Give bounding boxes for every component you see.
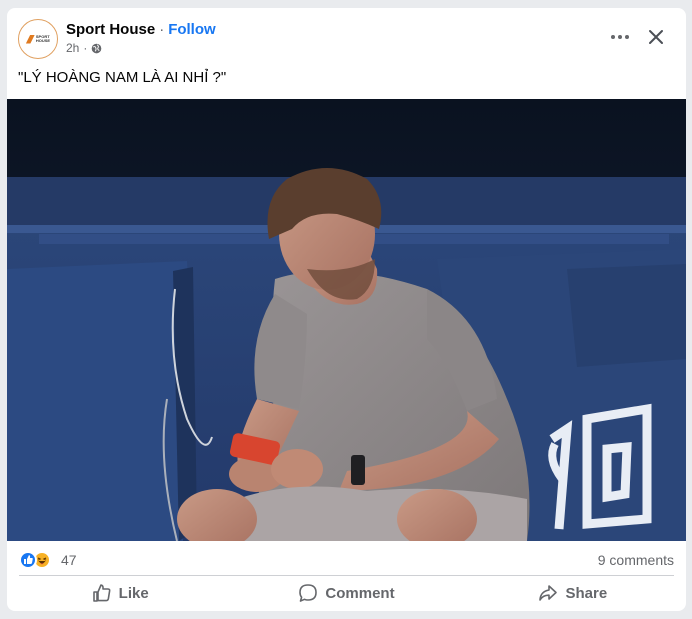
sport-house-logo: SPORT HOUSE bbox=[25, 34, 50, 44]
post-card: SPORT HOUSE Sport House · Follow 2h · "L… bbox=[7, 8, 686, 611]
tennis-player-image bbox=[7, 99, 686, 541]
follow-button[interactable]: Follow bbox=[168, 21, 216, 38]
post-time[interactable]: 2h bbox=[66, 41, 79, 55]
comment-label: Comment bbox=[325, 584, 395, 602]
like-reaction-icon bbox=[19, 551, 37, 569]
close-icon bbox=[649, 30, 663, 44]
meta-separator: · bbox=[83, 41, 88, 55]
reactions-bar: 47 9 comments bbox=[7, 545, 686, 573]
comment-button[interactable]: Comment bbox=[233, 576, 459, 610]
share-arrow-icon bbox=[539, 585, 558, 601]
globe-icon bbox=[92, 43, 102, 53]
post-header: SPORT HOUSE Sport House · Follow 2h · "L… bbox=[7, 8, 686, 98]
more-horizontal-icon bbox=[611, 35, 629, 39]
post-caption: "LÝ HOÀNG NAM LÀ AI NHỈ ?" bbox=[18, 69, 227, 86]
share-button[interactable]: Share bbox=[460, 576, 686, 610]
name-separator: · bbox=[159, 21, 165, 38]
post-photo[interactable] bbox=[7, 99, 686, 541]
post-actions: Like Comment Share bbox=[7, 576, 686, 610]
thumbs-up-icon bbox=[92, 584, 111, 602]
close-button[interactable] bbox=[642, 23, 670, 51]
comments-count-link[interactable]: 9 comments bbox=[598, 552, 674, 568]
more-options-button[interactable] bbox=[608, 25, 632, 49]
page-avatar[interactable]: SPORT HOUSE bbox=[18, 19, 58, 59]
share-label: Share bbox=[565, 584, 608, 602]
like-button[interactable]: Like bbox=[7, 576, 233, 610]
reaction-count[interactable]: 47 bbox=[61, 552, 77, 568]
like-label: Like bbox=[118, 584, 149, 602]
comment-bubble-icon bbox=[299, 584, 318, 602]
author-line: Sport House · Follow bbox=[66, 21, 216, 38]
page-name-link[interactable]: Sport House bbox=[66, 21, 155, 38]
post-meta: 2h · bbox=[66, 41, 102, 55]
reaction-icons[interactable] bbox=[19, 551, 51, 569]
